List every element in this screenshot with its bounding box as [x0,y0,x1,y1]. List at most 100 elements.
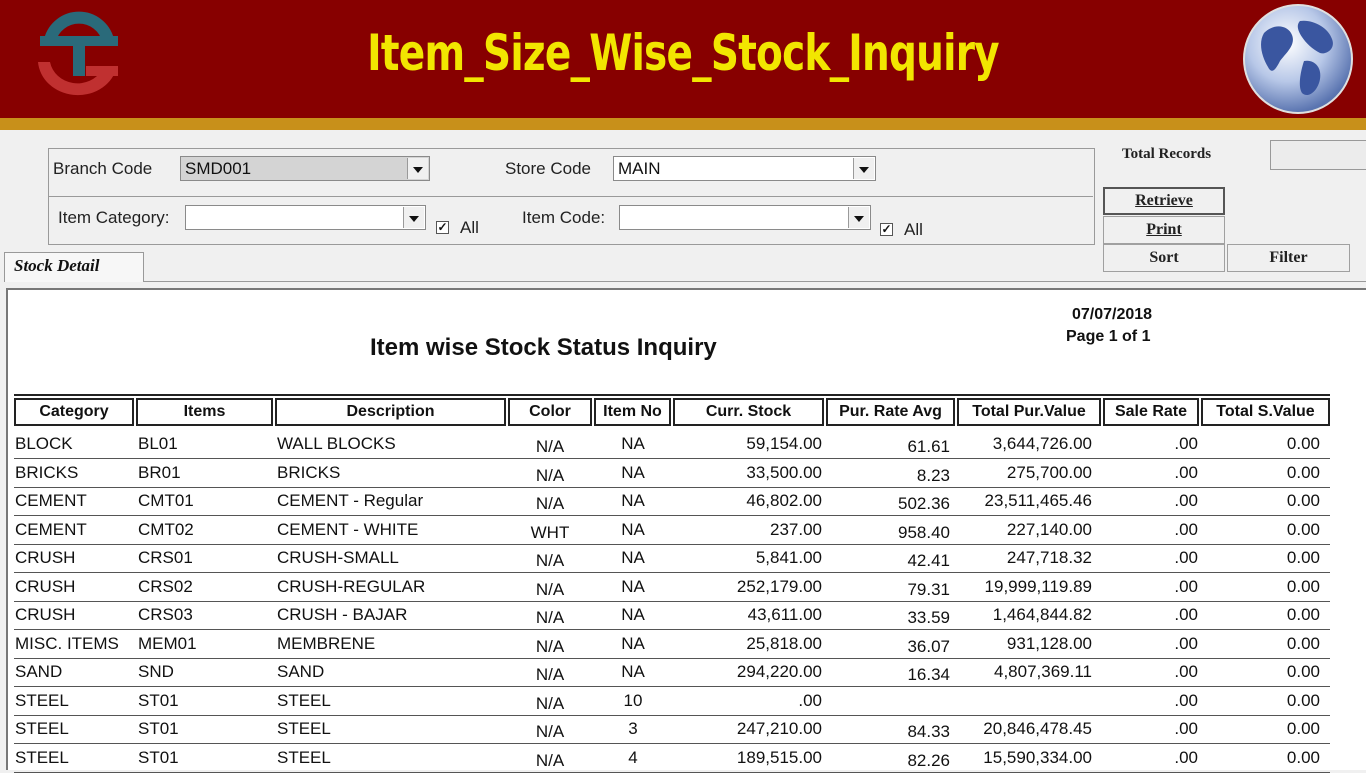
cell-item: CMT02 [138,519,194,539]
cell-item: BL01 [138,434,178,453]
cell-color: N/A [535,494,565,513]
cell-item-no: NA [621,519,645,539]
store-code-select[interactable]: MAIN [613,156,876,181]
sort-button[interactable]: Sort [1103,244,1225,272]
cell-item: ST01 [138,747,179,767]
cell-curr-stock: 237.00 [770,519,822,539]
cell-curr-stock: 252,179.00 [736,576,822,596]
cell-category: MISC. ITEMS [15,633,119,653]
cell-sale-rate: .00 [1174,462,1198,482]
cell-item-no: 3 [628,719,638,738]
chevron-down-icon[interactable] [848,207,869,228]
cell-category: SAND [15,662,63,681]
tab-stock-detail-label: Stock Detail [14,256,100,275]
cell-item: ST01 [138,719,179,738]
cell-color: N/A [535,608,565,627]
column-header-category: Category [14,398,134,426]
filter-button[interactable]: Filter [1227,244,1350,272]
cell-sale-rate: .00 [1174,491,1198,510]
table-row[interactable]: STEEL ST01 STEEL N/A 10 .00 .00 0.00 [14,687,1330,716]
cell-curr-stock: 43,611.00 [747,605,822,624]
cell-color: N/A [535,665,565,684]
cell-sale-rate: .00 [1174,633,1198,653]
chevron-down-icon[interactable] [853,158,874,179]
cell-category: CRUSH [15,576,76,596]
cell-color: N/A [535,579,565,599]
table-row[interactable]: STEEL ST01 STEEL N/A 4 189,515.00 82.26 15,590,… [14,744,1330,773]
cell-pur-rate-avg: 33.59 [907,608,950,627]
table-row[interactable]: CEMENT CMT02 CEMENT - WHITE WHT NA 237.00 958.… [14,516,1330,545]
table-row[interactable]: BRICKS BR01 BRICKS N/A NA 33,500.00 8.23 275,70… [14,459,1330,488]
ts-logo-icon [38,11,118,96]
cell-color: N/A [535,722,565,741]
cell-description: BRICKS [277,462,341,482]
cell-category: CRUSH [15,548,76,567]
cell-sale-rate: .00 [1174,719,1198,738]
cell-description: WALL BLOCKS [277,434,396,453]
store-code-label: Store Code [505,159,591,178]
table-row[interactable]: STEEL ST01 STEEL N/A 3 247,210.00 84.33 20,846,… [14,715,1330,744]
cell-category: BLOCK [15,434,73,453]
item-code-select[interactable] [619,205,871,230]
table-row[interactable]: BLOCK BL01 WALL BLOCKS N/A NA 59,154.00 61.61 3… [14,430,1330,459]
total-records-field [1270,140,1366,170]
cell-pur-rate-avg: 61.61 [907,437,950,456]
cell-sale-rate: .00 [1174,434,1198,453]
table-row[interactable]: CRUSH CRS01 CRUSH-SMALL N/A NA 5,841.00 42.41 2… [14,544,1330,573]
table-row[interactable]: CEMENT CMT01 CEMENT - Regular N/A NA 46,802.0… [14,487,1330,516]
cell-description: CEMENT - Regular [277,491,424,510]
table-row[interactable]: CRUSH CRS02 CRUSH-REGULAR N/A NA 252,179.00 79… [14,573,1330,602]
cell-total-pur-value: 931,128.00 [1006,633,1092,653]
cell-color: WHT [530,522,570,542]
column-header-curr-stock: Curr. Stock [673,398,824,426]
branch-code-value: SMD001 [185,159,252,178]
cell-total-s-value: 0.00 [1286,747,1320,767]
tab-stock-detail[interactable]: Stock Detail [4,252,144,282]
column-header-sale-rate: Sale Rate [1103,398,1199,426]
cell-total-s-value: 0.00 [1286,633,1320,653]
table-row[interactable]: SAND SND SAND N/A NA 294,220.00 16.34 4,807,369… [14,658,1330,687]
code-all-checkbox[interactable]: ✓ [880,223,893,236]
chevron-down-icon[interactable] [403,207,424,228]
cell-item: MEM01 [138,633,197,653]
cell-description: CEMENT - WHITE [277,519,419,539]
cell-total-s-value: 0.00 [1286,576,1320,596]
table-row[interactable]: CRUSH CRS03 CRUSH - BAJAR N/A NA 43,611.00 33.… [14,601,1330,630]
cell-color: N/A [535,465,565,485]
cell-item-no: NA [621,662,645,681]
category-all-checkbox[interactable]: ✓ [436,221,449,234]
cell-category: BRICKS [15,462,79,482]
item-category-select[interactable] [185,205,426,230]
cell-item: CRS03 [138,605,193,624]
cell-category: CEMENT [15,491,87,510]
cell-total-s-value: 0.00 [1286,690,1320,710]
cell-total-s-value: 0.00 [1286,434,1320,453]
retrieve-button[interactable]: Retrieve [1103,187,1225,215]
cell-description: STEEL [277,690,331,710]
cell-pur-rate-avg: 16.34 [907,665,950,684]
cell-total-pur-value: 3,644,726.00 [992,434,1092,453]
code-all-label: All [904,220,923,239]
cell-item-no: NA [621,576,645,596]
branch-code-select[interactable]: SMD001 [180,156,430,181]
cell-total-s-value: 0.00 [1286,662,1320,681]
report-date: 07/07/2018 [1072,306,1153,323]
cell-pur-rate-avg: 79.31 [907,579,950,599]
cell-item-no: NA [621,605,645,624]
print-button[interactable]: Print [1103,216,1225,244]
cell-curr-stock: .00 [798,690,822,710]
chevron-down-icon[interactable] [407,158,428,179]
cell-total-s-value: 0.00 [1286,491,1320,510]
cell-color: N/A [535,636,565,656]
cell-description: STEEL [277,747,331,767]
cell-category: STEEL [15,719,69,738]
cell-total-s-value: 0.00 [1286,719,1320,738]
cell-item: SND [138,662,174,681]
cell-total-s-value: 0.00 [1286,462,1320,482]
cell-item: CRS02 [138,576,193,596]
table-row[interactable]: MISC. ITEMS MEM01 MEMBRENE N/A NA 25,818.00 36… [14,630,1330,659]
cell-total-pur-value: 20,846,478.45 [983,719,1092,738]
branch-code-label: Branch Code [53,159,153,178]
cell-sale-rate: .00 [1174,548,1198,567]
cell-total-pur-value: 275,700.00 [1006,462,1092,482]
